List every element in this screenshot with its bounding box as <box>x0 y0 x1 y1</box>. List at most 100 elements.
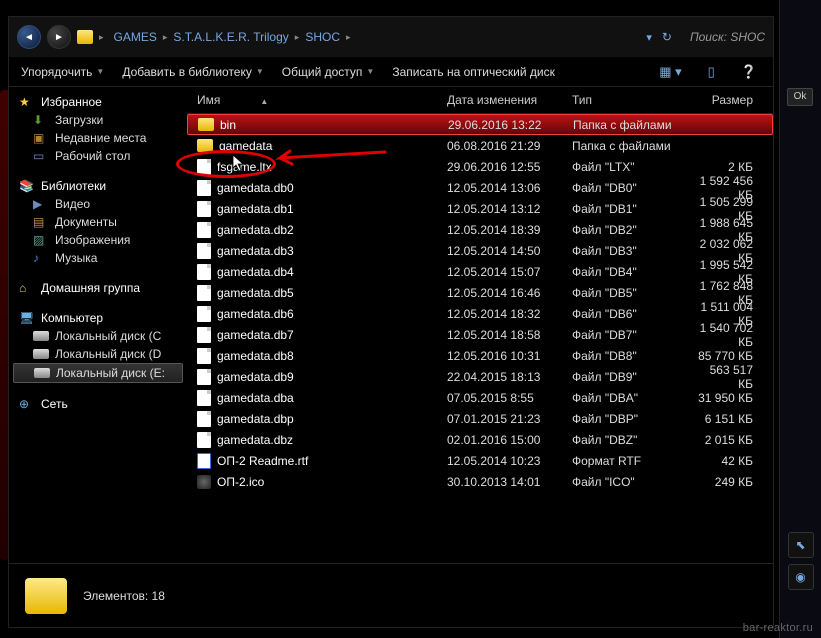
file-icon <box>197 180 211 196</box>
file-row[interactable]: gamedata.db922.04.2015 18:13Файл "DB9"56… <box>187 366 773 387</box>
view-icon[interactable]: ▦ ▾ <box>655 64 685 80</box>
recent-icon: ▣ <box>33 131 49 145</box>
file-date: 12.05.2014 15:07 <box>447 265 572 279</box>
chevron-right-icon: ▸ <box>346 32 351 43</box>
search-box[interactable]: Поиск: SHOC <box>690 30 765 44</box>
file-row[interactable]: gamedata.db112.05.2014 13:12Файл "DB1"1 … <box>187 198 773 219</box>
ok-button[interactable]: Ok <box>787 88 813 106</box>
file-row[interactable]: gamedata.dbp07.01.2015 21:23Файл "DBP"6 … <box>187 408 773 429</box>
organize-button[interactable]: Упорядочить▼ <box>21 65 104 79</box>
column-headers[interactable]: Имя▲ Дата изменения Тип Размер <box>187 87 773 114</box>
file-size: 2 КБ <box>692 160 765 174</box>
file-type: Файл "DB4" <box>572 265 692 279</box>
file-row[interactable]: gamedata.dbz02.01.2016 15:00Файл "DBZ"2 … <box>187 429 773 450</box>
file-type: Формат RTF <box>572 454 692 468</box>
network-icon: ⊕ <box>19 397 35 411</box>
computer-icon: 🖥 <box>19 311 35 325</box>
file-row[interactable]: gamedata.db412.05.2014 15:07Файл "DB4"1 … <box>187 261 773 282</box>
sidebar-homegroup[interactable]: ⌂Домашняя группа <box>9 279 187 297</box>
file-row[interactable]: fsgame.ltx29.06.2016 12:55Файл "LTX"2 КБ <box>187 156 773 177</box>
file-name: gamedata.db3 <box>217 244 294 258</box>
drive-icon <box>34 368 50 378</box>
file-type: Файл "DB0" <box>572 181 692 195</box>
col-size[interactable]: Размер <box>692 93 765 107</box>
document-icon: ▤ <box>33 215 49 229</box>
file-row[interactable]: gamedata.db712.05.2014 18:58Файл "DB7"1 … <box>187 324 773 345</box>
file-date: 12.05.2014 13:06 <box>447 181 572 195</box>
file-icon <box>197 201 211 217</box>
sort-indicator-icon: ▲ <box>260 97 268 106</box>
file-date: 29.06.2016 13:22 <box>448 118 573 132</box>
desktop-icon: ▭ <box>33 149 49 163</box>
sidebar-item-music[interactable]: ♪Музыка <box>9 249 187 267</box>
file-size: 42 КБ <box>692 454 765 468</box>
burn-button[interactable]: Записать на оптический диск <box>392 65 555 79</box>
file-date: 30.10.2013 14:01 <box>447 475 572 489</box>
homegroup-icon: ⌂ <box>19 281 35 295</box>
gadget-cursor-icon[interactable]: ⬉ <box>788 532 814 558</box>
back-button[interactable]: ◄ <box>17 25 41 49</box>
sidebar-drive-c[interactable]: Локальный диск (C <box>9 327 187 345</box>
file-row[interactable]: gamedata.db012.05.2014 13:06Файл "DB0"1 … <box>187 177 773 198</box>
sidebar-item-video[interactable]: ▶Видео <box>9 195 187 213</box>
preview-pane-icon[interactable]: ▯ <box>704 64 719 80</box>
crumb-shoc[interactable]: SHOC <box>305 30 340 44</box>
arrow-right-icon: ► <box>54 32 64 43</box>
chevron-down-icon: ▼ <box>96 67 104 76</box>
file-icon <box>197 327 211 343</box>
file-icon <box>197 390 211 406</box>
file-type: Файл "DB9" <box>572 370 692 384</box>
file-type: Файл "DB5" <box>572 286 692 300</box>
drive-icon <box>33 331 49 341</box>
file-name: ОП-2.ico <box>217 475 264 489</box>
sidebar-item-downloads[interactable]: ⬇Загрузки <box>9 111 187 129</box>
sidebar-drive-d[interactable]: Локальный диск (D <box>9 345 187 363</box>
file-list: Имя▲ Дата изменения Тип Размер bin29.06.… <box>187 87 773 563</box>
crumb-games[interactable]: GAMES <box>114 30 157 44</box>
breadcrumb[interactable]: GAMES ▸ S.T.A.L.K.E.R. Trilogy ▸ SHOC ▸ <box>114 30 351 44</box>
sidebar-drive-e[interactable]: Локальный диск (E: <box>13 363 183 383</box>
file-icon <box>197 222 211 238</box>
sidebar-item-recent[interactable]: ▣Недавние места <box>9 129 187 147</box>
file-type: Папка с файлами <box>573 118 693 132</box>
help-icon[interactable]: ❔ <box>737 64 761 80</box>
sidebar-item-docs[interactable]: ▤Документы <box>9 213 187 231</box>
col-name[interactable]: Имя▲ <box>197 93 447 107</box>
refresh-icon[interactable]: ↻ <box>662 30 672 44</box>
file-icon <box>197 264 211 280</box>
sidebar-libraries[interactable]: 📚Библиотеки <box>9 177 187 195</box>
sidebar-network[interactable]: ⊕Сеть <box>9 395 187 413</box>
file-row[interactable]: gamedata.dba07.05.2015 8:55Файл "DBA"31 … <box>187 387 773 408</box>
sidebar-favorites[interactable]: ★Избранное <box>9 93 187 111</box>
folder-icon <box>197 139 213 152</box>
gadget-target-icon[interactable]: ◉ <box>788 564 814 590</box>
file-row[interactable]: gamedata06.08.2016 21:29Папка с файлами <box>187 135 773 156</box>
file-type: Файл "DB3" <box>572 244 692 258</box>
file-date: 12.05.2014 18:39 <box>447 223 572 237</box>
forward-button[interactable]: ► <box>47 25 71 49</box>
file-row[interactable]: gamedata.db312.05.2014 14:50Файл "DB3"2 … <box>187 240 773 261</box>
sidebar-item-desktop[interactable]: ▭Рабочий стол <box>9 147 187 165</box>
file-row[interactable]: ОП-2.ico30.10.2013 14:01Файл "ICO"249 КБ <box>187 471 773 492</box>
file-row[interactable]: gamedata.db612.05.2014 18:32Файл "DB6"1 … <box>187 303 773 324</box>
add-library-button[interactable]: Добавить в библиотеку▼ <box>122 65 263 79</box>
file-row[interactable]: gamedata.db212.05.2014 18:39Файл "DB2"1 … <box>187 219 773 240</box>
col-date[interactable]: Дата изменения <box>447 93 572 107</box>
file-name: fsgame.ltx <box>217 160 272 174</box>
file-name: gamedata <box>219 139 272 153</box>
dropdown-icon[interactable]: ▾ <box>646 31 652 44</box>
file-row[interactable]: gamedata.db812.05.2016 10:31Файл "DB8"85… <box>187 345 773 366</box>
file-row[interactable]: gamedata.db512.05.2014 16:46Файл "DB5"1 … <box>187 282 773 303</box>
file-type: Файл "DB8" <box>572 349 692 363</box>
crumb-trilogy[interactable]: S.T.A.L.K.E.R. Trilogy <box>173 30 288 44</box>
file-type: Файл "DBZ" <box>572 433 692 447</box>
sidebar-item-images[interactable]: ▨Изображения <box>9 231 187 249</box>
sidebar-computer[interactable]: 🖥Компьютер <box>9 309 187 327</box>
col-type[interactable]: Тип <box>572 93 692 107</box>
file-name: gamedata.db7 <box>217 328 294 342</box>
file-row[interactable]: bin29.06.2016 13:22Папка с файлами <box>187 114 773 135</box>
file-row[interactable]: ОП-2 Readme.rtf12.05.2014 10:23Формат RT… <box>187 450 773 471</box>
file-icon <box>197 285 211 301</box>
file-type: Папка с файлами <box>572 139 692 153</box>
share-button[interactable]: Общий доступ▼ <box>282 65 375 79</box>
